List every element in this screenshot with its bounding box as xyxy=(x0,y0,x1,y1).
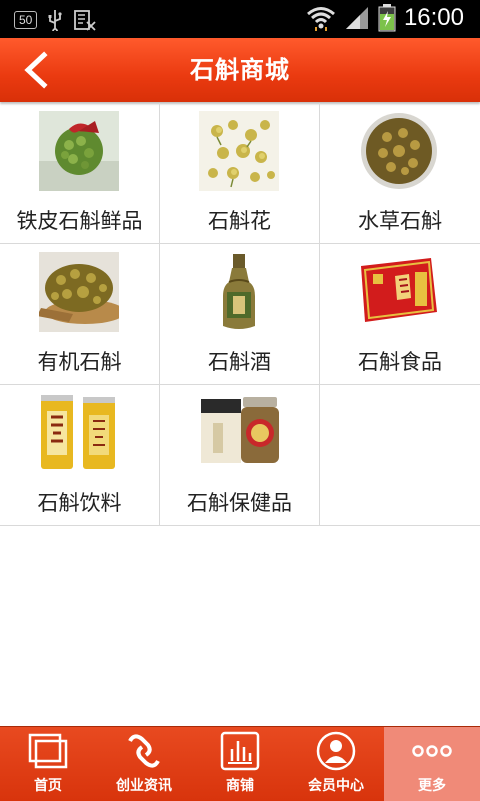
status-right: 16:00 xyxy=(306,4,464,32)
home-icon xyxy=(28,733,68,769)
nav-home[interactable]: 首页 xyxy=(0,727,96,801)
signal-icon xyxy=(345,7,368,29)
category-label: 石斛食品 xyxy=(358,350,442,374)
battery-icon xyxy=(378,4,396,32)
nav-label: 首页 xyxy=(34,778,62,794)
nav-shop[interactable]: 商铺 xyxy=(192,727,288,801)
category-item-flower[interactable]: 石斛花 xyxy=(160,103,320,244)
keyboard-icon xyxy=(74,10,96,31)
notification-badge: 50 xyxy=(14,11,38,29)
category-label: 有机石斛 xyxy=(37,350,122,374)
fresh-dendrobium-image xyxy=(39,111,119,191)
nav-label: 创业资讯 xyxy=(116,778,172,794)
category-item-food[interactable]: 石斛食品 xyxy=(320,244,480,385)
category-label: 石斛酒 xyxy=(208,350,271,374)
category-item-organic[interactable]: 有机石斛 xyxy=(0,244,160,385)
category-label: 铁皮石斛鲜品 xyxy=(16,209,143,233)
nav-label: 会员中心 xyxy=(308,778,364,794)
grass-dendrobium-image xyxy=(359,111,439,191)
user-icon xyxy=(316,731,356,771)
nav-more[interactable]: 更多 xyxy=(384,727,480,801)
category-item-health[interactable]: 石斛保健品 xyxy=(160,385,320,526)
nav-member-center[interactable]: 会员中心 xyxy=(288,727,384,801)
category-label: 石斛饮料 xyxy=(37,491,122,515)
category-item-drink[interactable]: 石斛饮料 xyxy=(0,385,160,526)
wifi-icon xyxy=(306,7,335,31)
nav-business-news[interactable]: 创业资讯 xyxy=(96,727,192,801)
clock: 16:00 xyxy=(403,4,464,31)
nav-label: 商铺 xyxy=(226,778,254,794)
category-label: 石斛保健品 xyxy=(187,491,292,515)
organic-dendrobium-image xyxy=(39,252,119,332)
page-title: 石斛商城 xyxy=(190,56,290,84)
category-item-wine[interactable]: 石斛酒 xyxy=(160,244,320,385)
status-left: 50 xyxy=(14,8,97,32)
category-item-grass[interactable]: 水草石斛 xyxy=(320,103,480,244)
dendrobium-drink-image xyxy=(39,393,119,473)
category-label: 石斛花 xyxy=(208,209,271,233)
category-grid: 铁皮石斛鲜品 石斛花 水草石斛 有机石斛 石斛酒 石斛食品 石斛饮料 石斛保健品 xyxy=(0,103,480,526)
empty-cell xyxy=(320,385,480,526)
link-icon xyxy=(128,734,160,768)
header-bar: 石斛商城 xyxy=(0,38,480,102)
bottom-nav: 首页 创业资讯 商铺 会员中心 更多 xyxy=(0,726,480,801)
nav-label: 更多 xyxy=(418,778,446,794)
dendrobium-wine-image xyxy=(199,252,279,332)
category-label: 水草石斛 xyxy=(358,209,442,233)
usb-icon xyxy=(48,10,62,31)
category-item-fresh[interactable]: 铁皮石斛鲜品 xyxy=(0,103,160,244)
dendrobium-flower-image xyxy=(199,111,279,191)
status-bar: 50 16:00 xyxy=(0,0,480,38)
dendrobium-health-image xyxy=(199,393,279,473)
dendrobium-food-image xyxy=(359,252,439,332)
more-icon xyxy=(412,745,452,757)
chart-icon xyxy=(220,731,260,771)
